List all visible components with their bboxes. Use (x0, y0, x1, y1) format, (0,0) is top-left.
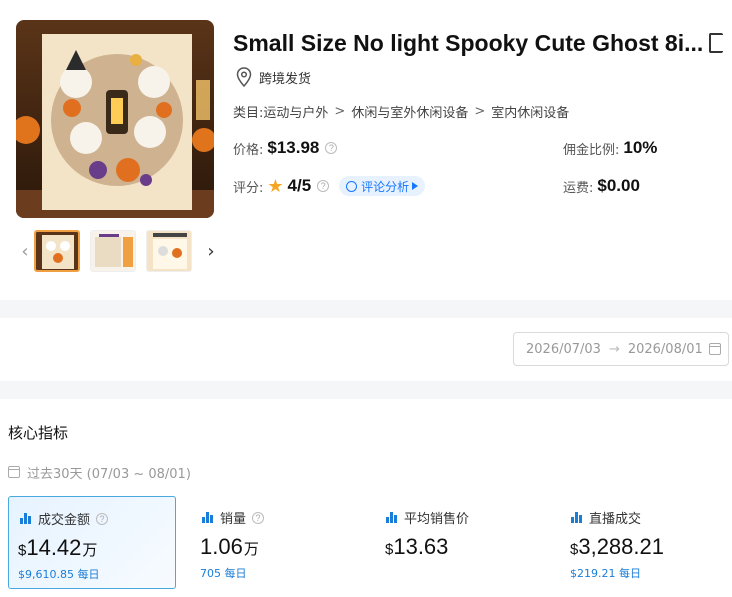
metric-card-header: 销量 ? (202, 508, 265, 527)
metric-card-sales[interactable]: 销量 ? 1.06万 705 每日 (192, 496, 362, 589)
metric-label: 销量 (220, 512, 247, 527)
external-link-icon[interactable] (709, 33, 724, 53)
play-arrow-icon (412, 182, 419, 190)
bar-chart-icon (202, 512, 214, 523)
thumbnail-next-arrow-icon[interactable]: › (202, 228, 220, 274)
shipping-origin-text: 跨境发货 (259, 71, 312, 87)
product-title[interactable]: Small Size No light Spooky Cute Ghost 8i… (233, 30, 703, 57)
calendar-icon[interactable] (708, 343, 721, 355)
metric-number: 3,288.21 (578, 534, 664, 559)
rating-value: 4/5 (287, 176, 312, 195)
help-icon[interactable]: ? (317, 180, 330, 192)
location-pin-icon (236, 67, 252, 87)
commission-value: 10% (623, 138, 658, 157)
metric-label: 直播成交 (589, 512, 642, 527)
clock-icon (346, 180, 358, 192)
metric-daily: 705 每日 (200, 567, 247, 580)
calendar-icon (8, 466, 20, 478)
metric-unit: 万 (82, 542, 98, 559)
thumbnail-2[interactable] (90, 230, 136, 272)
shipping-origin: 跨境发货 (236, 66, 311, 88)
metric-value: $14.42万 (18, 535, 97, 561)
review-analysis-button[interactable]: 评论分析 (339, 176, 426, 196)
commission-label: 佣金比例: (563, 142, 620, 158)
metric-label: 平均销售价 (404, 512, 470, 527)
core-metrics-title: 核心指标 (8, 424, 69, 442)
help-icon[interactable]: ? (325, 142, 338, 154)
metric-unit: 万 (243, 541, 259, 558)
bar-chart-icon (571, 512, 583, 523)
price-field: 价格: $13.98 ? (233, 136, 338, 160)
category-crumb-3[interactable]: 室内休闲设备 (491, 102, 569, 121)
shipping-fee-field: 运费: $0.00 (563, 174, 640, 198)
product-main-image[interactable] (16, 20, 214, 218)
price-label: 价格: (233, 142, 264, 158)
date-range-end[interactable]: 2026/08/01 (628, 342, 703, 357)
metric-value: $3,288.21 (570, 534, 665, 560)
metric-number: 14.42 (26, 535, 82, 560)
category-crumb-2[interactable]: 休闲与室外休闲设备 (351, 102, 468, 121)
bar-chart-icon (20, 513, 32, 524)
metric-daily: $9,610.85 每日 (18, 568, 100, 581)
metric-card-avg-price[interactable]: 平均销售价 $13.63 (377, 496, 547, 589)
metrics-period: 过去30天 (07/03 ~ 08/01) (8, 463, 191, 482)
star-icon: ★ (267, 175, 284, 197)
chevron-right-icon: > (474, 103, 486, 119)
metric-card-header: 成交金额 ? (20, 509, 109, 528)
review-analysis-label: 评论分析 (361, 179, 410, 194)
section-divider (0, 381, 732, 399)
thumbnail-prev-arrow-icon[interactable]: ‹ (16, 228, 34, 274)
metric-card-live-sales[interactable]: 直播成交 $3,288.21 $219.21 每日 (562, 496, 730, 589)
arrow-right-icon: → (608, 341, 620, 357)
metrics-period-text: 过去30天 (07/03 ~ 08/01) (27, 466, 191, 482)
metric-daily: $219.21 每日 (570, 567, 641, 580)
date-range-picker[interactable]: 2026/07/03 → 2026/08/01 (513, 332, 729, 366)
rating-field: 评分: ★ 4/5 ? 评论分析 (233, 174, 426, 198)
date-range-start[interactable]: 2026/07/03 (526, 342, 601, 357)
category-label: 类目: (233, 105, 264, 121)
metric-value: 1.06万 (200, 534, 259, 560)
category-breadcrumb: 类目: 运动与户外 > 休闲与室外休闲设备 > 室内休闲设备 (233, 101, 569, 121)
section-divider (0, 300, 732, 318)
product-title-row: Small Size No light Spooky Cute Ghost 8i… (233, 28, 732, 58)
chevron-right-icon: > (334, 103, 346, 119)
thumbnail-1[interactable] (34, 230, 80, 272)
thumbnail-strip: ‹ › (16, 228, 220, 274)
price-value: $13.98 (267, 138, 320, 157)
metric-value: $13.63 (385, 534, 449, 560)
category-crumb-1[interactable]: 运动与户外 (263, 102, 328, 121)
thumbnail-3[interactable] (146, 230, 192, 272)
metric-card-gmv[interactable]: 成交金额 ? $14.42万 $9,610.85 每日 (8, 496, 176, 589)
metric-card-header: 直播成交 (571, 508, 641, 527)
help-icon[interactable]: ? (96, 512, 109, 525)
metric-card-header: 平均销售价 (386, 508, 469, 527)
bar-chart-icon (386, 512, 398, 523)
shipping-fee-label: 运费: (563, 180, 594, 196)
metric-label: 成交金额 (38, 513, 91, 528)
metric-number: 1.06 (200, 534, 243, 559)
rating-label: 评分: (233, 180, 264, 196)
help-icon[interactable]: ? (252, 511, 265, 524)
commission-field: 佣金比例: 10% (563, 136, 657, 160)
shipping-fee-value: $0.00 (597, 176, 640, 195)
metric-number: 13.63 (393, 534, 449, 559)
product-detail-page: ‹ › Small Size No light Spooky Cute Ghos… (0, 0, 732, 597)
